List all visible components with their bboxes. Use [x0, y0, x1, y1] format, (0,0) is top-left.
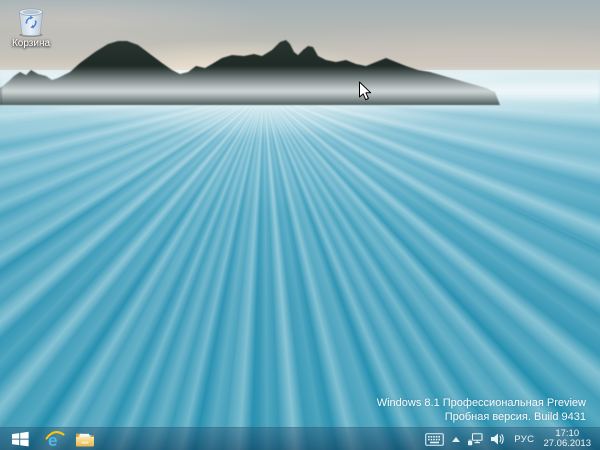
touch-keyboard-button[interactable]: [421, 428, 448, 450]
show-hidden-icons-button[interactable]: [448, 428, 464, 450]
language-indicator[interactable]: РУС: [509, 434, 539, 445]
wallpaper-sea: [0, 70, 600, 450]
network-button[interactable]: [464, 428, 487, 450]
taskbar-item-file-explorer[interactable]: [70, 428, 100, 450]
windows-logo-icon: [11, 431, 29, 447]
taskbar: e РУС 17:10 27.06.2013: [0, 427, 600, 450]
network-icon: [468, 432, 483, 445]
chevron-up-icon: [452, 436, 461, 442]
volume-button[interactable]: [487, 428, 509, 450]
start-button[interactable]: [0, 428, 40, 450]
tray-clock-date: 27.06.2013: [543, 438, 591, 449]
recycle-bin[interactable]: Корзина: [4, 3, 58, 49]
internet-explorer-icon: e: [45, 431, 65, 449]
watermark-line2: Пробная версия. Build 9431: [444, 411, 586, 423]
recycle-bin-icon: [18, 8, 44, 37]
volume-icon: [491, 433, 504, 445]
folder-icon: [76, 433, 94, 447]
desktop: Корзина Windows 8.1 Профессиональная Pre…: [0, 0, 600, 450]
build-watermark: Windows 8.1 Профессиональная Preview Про…: [377, 396, 586, 424]
wallpaper-sea-mist: [0, 66, 600, 112]
touch-keyboard-icon: [425, 432, 445, 446]
tray-clock[interactable]: 17:10 27.06.2013: [539, 428, 595, 450]
watermark-line1: Windows 8.1 Профессиональная Preview: [376, 397, 586, 409]
mouse-cursor: [359, 81, 372, 101]
system-tray: РУС 17:10 27.06.2013: [421, 428, 600, 450]
recycle-bin-label: Корзина: [11, 38, 51, 49]
taskbar-item-internet-explorer[interactable]: e: [40, 428, 70, 450]
